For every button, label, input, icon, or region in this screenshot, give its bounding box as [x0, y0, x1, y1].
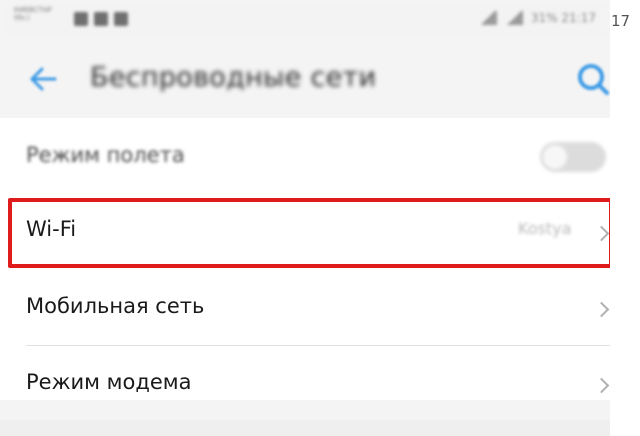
status-right: 31% 21:17 [478, 11, 596, 25]
mobile-network-label: Мобильная сеть [26, 294, 205, 318]
bottom-strip [0, 420, 610, 436]
notification-icon [114, 12, 128, 26]
modem-mode-row[interactable]: Режим модема [0, 346, 610, 422]
wifi-signal-icon [478, 11, 497, 25]
arrow-left-icon[interactable] [28, 64, 58, 94]
page-title: Беспроводные сети [90, 62, 377, 93]
chevron-right-icon [593, 301, 610, 318]
notification-icon [94, 12, 108, 26]
battery-time-text: 31% 21:17 [530, 11, 596, 25]
app-toolbar: Беспроводные сети [0, 40, 610, 116]
chevron-right-icon [593, 377, 610, 394]
airplane-mode-row[interactable]: Режим полета [0, 118, 610, 194]
status-bar: КИЕВСТАР life:) 31% 21:17 [0, 0, 610, 40]
airplane-mode-label: Режим полета [26, 143, 185, 167]
airplane-mode-toggle[interactable] [540, 142, 606, 172]
notification-icon [74, 12, 88, 26]
toggle-knob [543, 145, 567, 169]
wifi-highlight-box [8, 198, 613, 268]
carrier-info: КИЕВСТАР life:) [14, 6, 52, 22]
cell-signal-icon [504, 11, 523, 25]
right-gutter [610, 0, 640, 436]
settings-screen: КИЕВСТАР life:) 31% 21:17 Беспроводные с… [0, 0, 613, 436]
carrier-name: КИЕВСТАР [14, 6, 52, 14]
carrier-name-secondary: life:) [14, 14, 30, 22]
clock-fragment: 17 [611, 12, 631, 30]
modem-mode-label: Режим модема [26, 370, 192, 394]
mobile-network-row[interactable]: Мобильная сеть [0, 270, 610, 346]
notification-icons [74, 12, 128, 26]
search-icon[interactable] [575, 61, 609, 95]
